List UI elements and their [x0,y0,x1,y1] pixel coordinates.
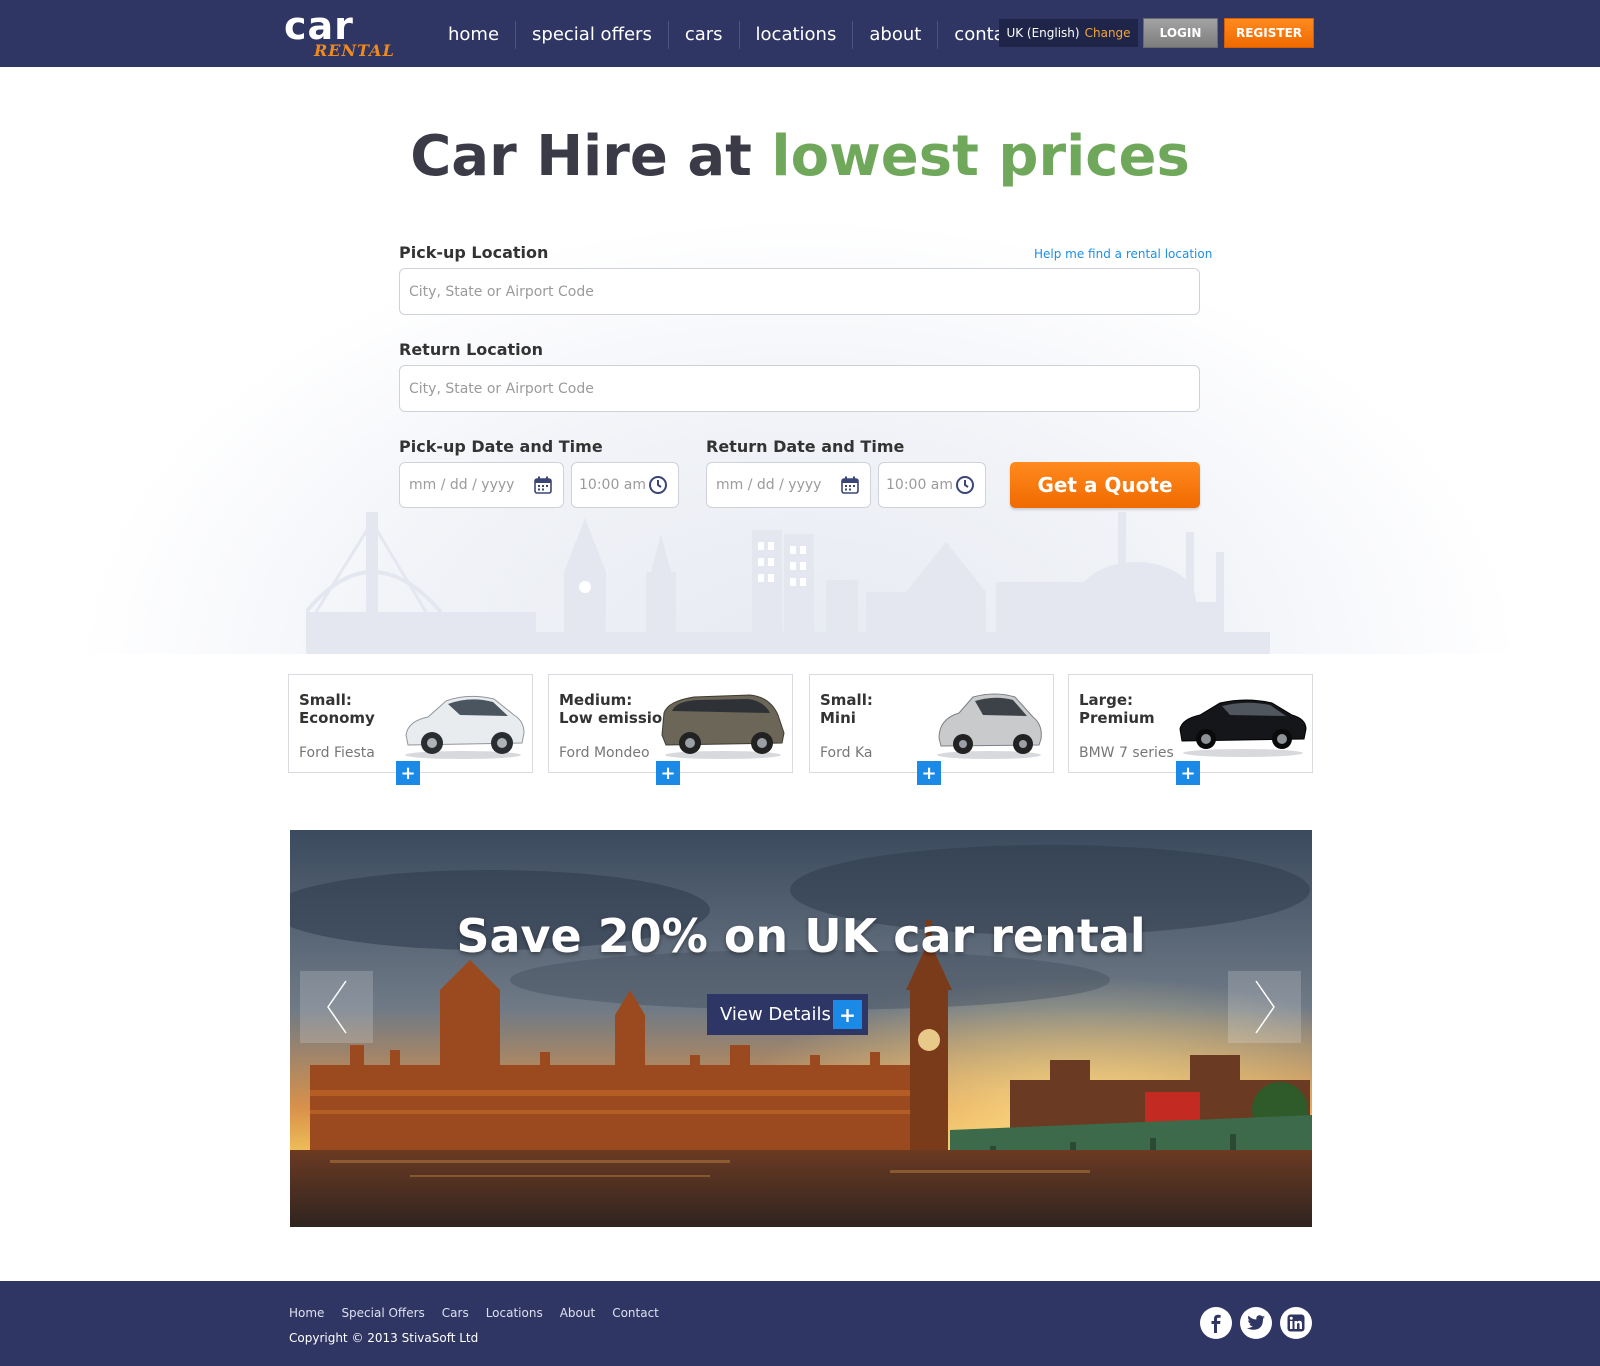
pickup-date-input[interactable]: mm / dd / yyyy [399,462,564,508]
chevron-right-icon [1254,980,1275,1034]
car-model: BMW 7 series [1079,745,1174,761]
twitter-icon[interactable] [1240,1307,1272,1339]
footer-link-home[interactable]: Home [289,1306,324,1320]
nav-about[interactable]: about [852,21,937,49]
calendar-icon[interactable] [840,475,860,495]
language-change-link[interactable]: Change [1085,26,1131,40]
register-button[interactable]: REGISTER [1224,18,1314,48]
pickup-location-input[interactable]: City, State or Airport Code [399,268,1200,315]
clock-icon[interactable] [955,475,975,495]
hero-title: Car Hire at lowest prices [0,124,1600,189]
return-date-input[interactable]: mm / dd / yyyy [706,462,871,508]
pickup-location-label: Pick-up Location [399,243,549,262]
car-category-line1: Medium: [559,691,633,709]
car-model: Ford Ka [820,745,873,761]
car-card-mini[interactable]: Small: Mini Ford Ka + [809,674,1054,785]
return-location-input[interactable]: City, State or Airport Code [399,365,1200,412]
plus-icon: + [833,1000,862,1029]
nav-cars[interactable]: cars [667,21,739,49]
return-time-input[interactable]: 10:00 am [878,462,986,508]
logo-rental-text: RENTAL [314,41,395,60]
footer-link-contact[interactable]: Contact [612,1306,659,1320]
pickup-location-placeholder: City, State or Airport Code [409,283,594,300]
city-skyline-graphic [306,512,1270,654]
calendar-icon[interactable] [533,475,553,495]
site-header: car RENTAL home special offers cars loca… [0,0,1600,67]
car-category-line2: Premium [1079,709,1155,727]
car-category-line1: Small: [299,691,352,709]
pickup-time-value: 10:00 am [579,477,647,493]
nav-home[interactable]: home [432,21,515,49]
car-image [661,694,785,759]
car-expand-button[interactable]: + [1176,761,1200,785]
return-datetime-label: Return Date and Time [706,437,905,456]
car-image [405,695,525,759]
login-button[interactable]: LOGIN [1143,18,1218,48]
car-category-line2: Economy [299,709,375,727]
clock-icon[interactable] [648,475,668,495]
pickup-time-input[interactable]: 10:00 am [571,462,679,508]
pickup-datetime-label: Pick-up Date and Time [399,437,603,456]
nav-special-offers[interactable]: special offers [515,21,668,49]
car-expand-button[interactable]: + [917,761,941,785]
return-location-label: Return Location [399,340,544,359]
slider-prev-arrow[interactable] [300,971,373,1043]
car-category-line1: Small: [820,691,873,709]
car-model: Ford Mondeo [559,745,650,761]
view-details-button[interactable]: View Details + [707,994,868,1035]
help-find-location-link[interactable]: Help me find a rental location [1034,247,1212,261]
car-category: Small: Economy [299,691,375,727]
main-nav: home special offers cars locations about… [432,20,1038,50]
copyright-text: Copyright © 2013 StivaSoft Ltd [289,1331,479,1345]
twitter-glyph [1247,1315,1265,1330]
car-model: Ford Fiesta [299,745,375,761]
facebook-glyph [1211,1314,1221,1333]
hero-title-start: Car Hire at [410,124,772,189]
pickup-date-placeholder: mm / dd / yyyy [409,477,515,493]
language-label: UK (English) [1006,26,1080,40]
hero-title-accent: lowest prices [771,124,1190,189]
footer-nav: Home Special Offers Cars Locations About… [289,1306,659,1320]
car-category: Medium: Low emission [559,691,673,727]
car-card-low-emission[interactable]: Medium: Low emission Ford Mondeo + [548,674,793,785]
linkedin-icon[interactable] [1280,1307,1312,1339]
car-rental-logo[interactable]: car RENTAL [284,4,395,60]
footer-link-locations[interactable]: Locations [486,1306,543,1320]
banner-title: Save 20% on UK car rental [456,909,1146,963]
language-selector: UK (English) Change [999,19,1138,47]
site-footer: Home Special Offers Cars Locations About… [0,1281,1600,1366]
footer-link-special-offers[interactable]: Special Offers [341,1306,424,1320]
slider-next-arrow[interactable] [1228,971,1301,1043]
get-quote-button[interactable]: Get a Quote [1010,462,1200,508]
car-expand-button[interactable]: + [396,761,420,785]
return-time-value: 10:00 am [886,477,954,493]
car-category-line2: Low emission [559,709,673,727]
footer-link-cars[interactable]: Cars [442,1306,469,1320]
car-expand-button[interactable]: + [656,761,680,785]
car-card-premium[interactable]: Large: Premium BMW 7 series + [1068,674,1313,785]
facebook-icon[interactable] [1200,1307,1232,1339]
return-date-placeholder: mm / dd / yyyy [716,477,822,493]
car-image [937,693,1042,759]
car-category: Large: Premium [1079,691,1155,727]
chevron-left-icon [326,980,347,1034]
return-location-placeholder: City, State or Airport Code [409,380,594,397]
car-category-line1: Large: [1079,691,1133,709]
promo-banner-slider: Save 20% on UK car rental View Details + [290,830,1312,1227]
nav-locations[interactable]: locations [738,21,853,49]
car-category: Small: Mini [820,691,873,727]
view-details-label: View Details [720,1004,831,1025]
linkedin-glyph [1287,1314,1305,1332]
footer-link-about[interactable]: About [560,1306,595,1320]
car-card-economy[interactable]: Small: Economy Ford Fiesta + [288,674,533,785]
car-category-line2: Mini [820,709,856,727]
car-image [1179,699,1307,757]
